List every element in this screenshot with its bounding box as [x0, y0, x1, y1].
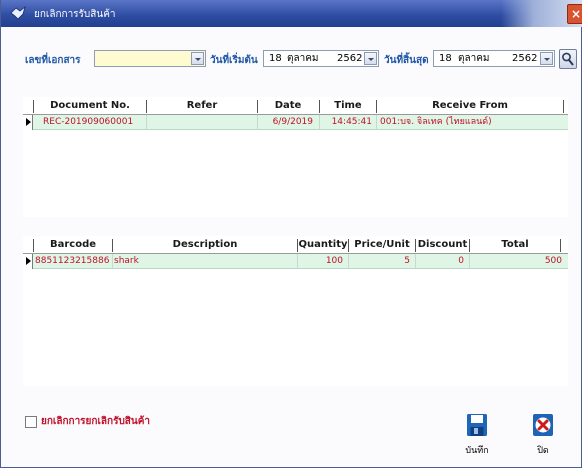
- end-date-picker[interactable]: 18 ตุลาคม 2562: [433, 50, 555, 67]
- chevron-down-icon[interactable]: [364, 52, 377, 65]
- cell-total: 500: [544, 256, 562, 266]
- close-label: ปิด: [537, 446, 549, 456]
- cancel-receive-label: ยกเลิกการยกเลิกรับสินค้า: [41, 416, 151, 427]
- item-grid: Barcode Description Quantity Price/Unit …: [23, 236, 568, 386]
- cell-barcode: 8851123215886: [35, 256, 110, 266]
- start-date-label: วันที่เริ่มต้น: [210, 55, 258, 66]
- save-label: บันทึก: [465, 446, 489, 456]
- row-pointer-icon: [23, 115, 33, 130]
- start-date-picker[interactable]: 18 ตุลาคม 2562: [263, 50, 379, 67]
- search-icon: [562, 52, 574, 66]
- cell-date: 6/9/2019: [272, 117, 313, 127]
- cell-document-no: REC-201909060001: [43, 117, 134, 127]
- save-button[interactable]: บันทึก: [457, 413, 497, 457]
- cancel-receive-checkbox[interactable]: [25, 416, 37, 428]
- start-day: 18: [269, 53, 282, 64]
- col-description[interactable]: Description: [113, 236, 297, 253]
- title-bar: ยกเลิกการรับสินค้า ×: [1, 0, 582, 27]
- item-grid-header: Barcode Description Quantity Price/Unit …: [23, 236, 568, 254]
- floppy-disk-icon: [467, 414, 487, 436]
- document-grid: Document No. Refer Date Time Receive Fro…: [23, 97, 568, 217]
- document-grid-header: Document No. Refer Date Time Receive Fro…: [23, 97, 568, 115]
- cell-refer: [149, 115, 254, 130]
- col-receive-from[interactable]: Receive From: [377, 97, 563, 114]
- col-price-unit[interactable]: Price/Unit: [349, 236, 415, 253]
- cell-time: 14:45:41: [331, 117, 372, 127]
- col-date[interactable]: Date: [258, 97, 318, 114]
- cell-description: shark: [114, 256, 139, 266]
- end-day: 18: [439, 53, 452, 64]
- cell-price-unit: 5: [404, 256, 410, 266]
- table-row[interactable]: REC-201909060001 6/9/2019 14:45:41 001:บ…: [23, 115, 568, 130]
- doc-no-label: เลขที่เอกสาร: [25, 55, 81, 66]
- window-close-button[interactable]: ×: [567, 4, 582, 24]
- search-button[interactable]: [559, 49, 577, 69]
- chevron-down-icon[interactable]: [540, 52, 553, 65]
- col-document-no[interactable]: Document No.: [34, 97, 146, 114]
- col-time[interactable]: Time: [320, 97, 376, 114]
- cell-receive-from: 001:บจ. จิลเทค (ไทยแลนด์): [380, 117, 492, 127]
- end-year: 2562: [512, 53, 538, 64]
- col-refer[interactable]: Refer: [147, 97, 257, 114]
- window-app-icon: [10, 6, 26, 20]
- window-title: ยกเลิกการรับสินค้า: [34, 9, 116, 20]
- doc-no-combo[interactable]: [94, 50, 206, 67]
- cell-quantity: 100: [325, 256, 343, 266]
- cancel-receive-window: ยกเลิกการรับสินค้า × เลขที่เอกสาร วันที่…: [0, 0, 582, 468]
- start-year: 2562: [337, 53, 363, 64]
- col-total[interactable]: Total: [470, 236, 560, 253]
- row-pointer-icon: [23, 254, 33, 269]
- cell-discount: 0: [458, 256, 464, 266]
- red-x-icon: [533, 414, 553, 436]
- close-button[interactable]: ปิด: [523, 413, 563, 457]
- chevron-down-icon[interactable]: [191, 52, 204, 65]
- start-month: ตุลาคม: [287, 53, 319, 64]
- end-month: ตุลาคม: [458, 53, 490, 64]
- col-discount[interactable]: Discount: [416, 236, 469, 253]
- table-row[interactable]: 8851123215886 shark 100 5 0 500: [23, 254, 568, 269]
- col-barcode[interactable]: Barcode: [34, 236, 112, 253]
- col-quantity[interactable]: Quantity: [298, 236, 348, 253]
- end-date-label: วันที่สิ้นสุด: [384, 55, 429, 66]
